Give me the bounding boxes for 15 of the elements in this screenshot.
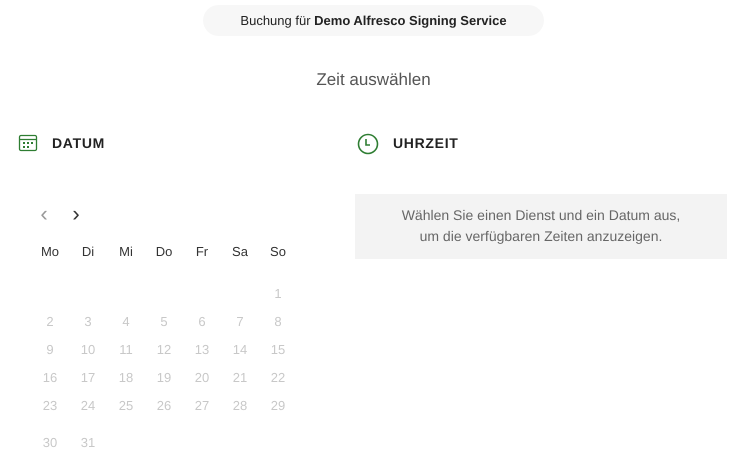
section-heading: DATUM — [52, 134, 106, 152]
info-message: Wählen Sie einen Dienst und ein Datum aus, um die verfügbaren Zeiten anzuzeigen. — [355, 194, 727, 258]
weekday-label: Do — [156, 242, 172, 260]
section-heading: UHRZEIT — [393, 134, 459, 153]
weekday-label: Mi — [119, 242, 133, 260]
weekday-label: Mo — [40, 242, 60, 260]
weekday-label: Sa — [232, 242, 248, 260]
calendar-icon — [18, 133, 38, 153]
booking-banner: Buchung für Demo Alfresco Signing Service — [203, 5, 544, 36]
next-month-button[interactable]: › — [68, 204, 84, 224]
weekday-label: Di — [82, 242, 94, 260]
page-title: Zeit auswählen — [316, 69, 431, 91]
weekday-label: Fr — [196, 242, 208, 260]
weekday-label: So — [270, 242, 286, 260]
clock-icon — [357, 132, 379, 154]
